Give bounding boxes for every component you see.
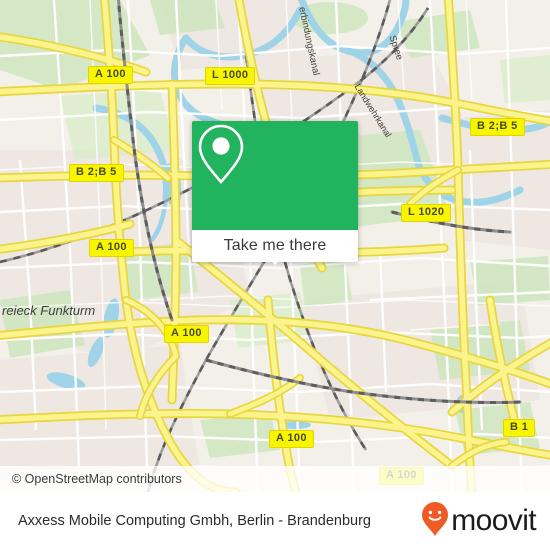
road-shield-l1000: L 1000: [205, 67, 256, 85]
moovit-smiley-pin-icon: [420, 501, 450, 542]
location-callout-card[interactable]: Take me there: [192, 121, 358, 262]
moovit-logo[interactable]: moovit: [420, 501, 550, 542]
map-canvas[interactable]: reieck Funkturm Spree erbindungskanal La…: [0, 0, 550, 492]
road-shield-a100: A 100: [88, 66, 133, 84]
road-shield-a100: A 100: [164, 325, 209, 343]
footer-bar: Axxess Mobile Computing Gmbh, Berlin - B…: [0, 492, 550, 550]
callout-tail: [265, 253, 285, 265]
osm-attribution-bar: © OpenStreetMap contributors: [0, 466, 550, 492]
map-screenshot: reieck Funkturm Spree erbindungskanal La…: [0, 0, 550, 550]
road-shield-a100: A 100: [89, 239, 134, 257]
moovit-wordmark: moovit: [451, 504, 536, 537]
osm-attribution-text[interactable]: © OpenStreetMap contributors: [0, 472, 182, 486]
road-shield-a100: A 100: [269, 430, 314, 448]
road-shield-b1: B 1: [503, 419, 536, 437]
callout-pin-area: [192, 121, 358, 230]
road-shield-l1020: L 1020: [401, 204, 452, 222]
road-shield-b2b5: B 2;B 5: [470, 118, 525, 136]
road-shield-b2b5: B 2;B 5: [69, 164, 124, 182]
place-title: Axxess Mobile Computing Gmbh, Berlin - B…: [18, 513, 371, 529]
